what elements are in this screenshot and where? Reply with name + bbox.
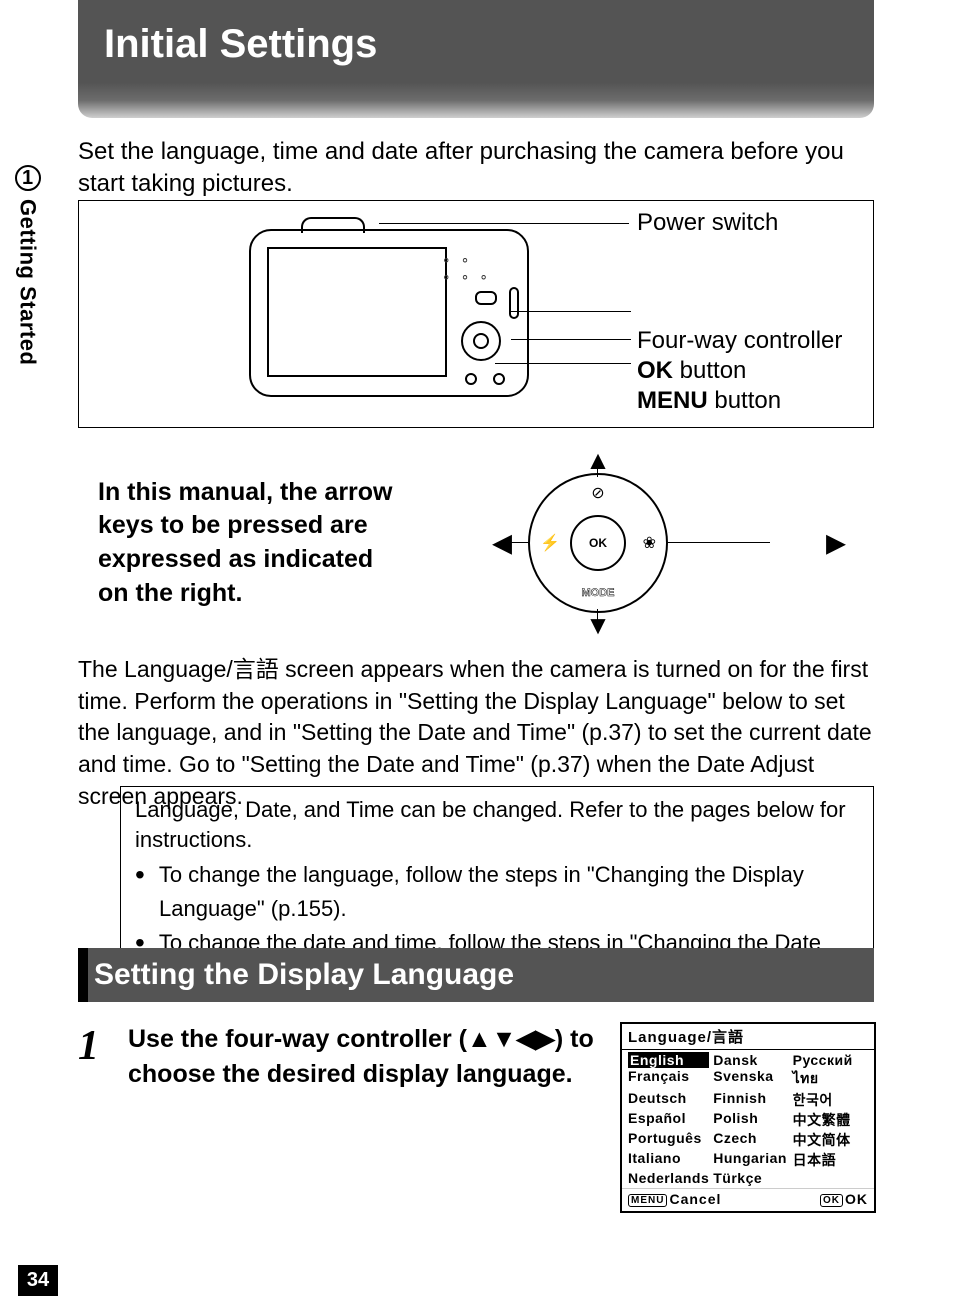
- language-option: Hungarian: [713, 1150, 788, 1170]
- callout-power-switch: Power switch: [637, 209, 778, 237]
- step-block: 1 Use the four-way controller (▲▼◀▶) to …: [78, 1022, 598, 1092]
- mode-label-icon: MODE: [582, 587, 615, 599]
- language-option: [793, 1170, 868, 1186]
- controller-pad-icon: ⊘ ⚡ ❀ OK MODE ▲ ▼ ◀ ▶: [528, 473, 668, 613]
- chapter-number-badge: 1: [15, 165, 41, 191]
- arrow-key-text: In this manual, the arrow keys to be pre…: [78, 476, 398, 611]
- callout-menu-button: MENU button: [637, 387, 781, 415]
- side-section-label: Getting Started: [15, 199, 41, 365]
- camera-outline-icon: ∘ ∘∘ ∘ ∘: [249, 229, 529, 397]
- language-option: Dansk: [713, 1052, 788, 1068]
- language-option: Deutsch: [628, 1090, 709, 1110]
- page-number: 34: [18, 1265, 58, 1296]
- callout-ok-button: OK button: [637, 357, 746, 385]
- language-option: Français: [628, 1068, 709, 1090]
- intro-paragraph: Set the language, time and date after pu…: [78, 136, 874, 201]
- page-header: Initial Settings: [78, 0, 874, 118]
- triangle-left-icon: ◀: [492, 528, 512, 559]
- language-option: 日本語: [793, 1150, 868, 1170]
- language-option: Español: [628, 1110, 709, 1130]
- arrow-key-explainer: In this manual, the arrow keys to be pre…: [78, 446, 874, 640]
- triangle-right-icon: ▶: [826, 528, 846, 559]
- side-tab: 1 Getting Started: [0, 165, 55, 365]
- language-option: 中文简体: [793, 1130, 868, 1150]
- language-option: Polish: [713, 1110, 788, 1130]
- language-screen-mockup: Language/言語 EnglishDansk Русский FrançaisS…: [620, 1022, 876, 1213]
- language-option: Русский: [793, 1052, 868, 1068]
- note-item: To change the language, follow the steps…: [135, 856, 859, 923]
- ok-center-icon: OK: [570, 515, 626, 571]
- section-heading: Setting the Display Language: [78, 948, 874, 1002]
- language-option: 中文繁體: [793, 1110, 868, 1130]
- language-option: ไทย: [793, 1068, 868, 1090]
- language-option: Italiano: [628, 1150, 709, 1170]
- camera-diagram-box: ∘ ∘∘ ∘ ∘ Power switch Four-way controlle…: [78, 200, 874, 428]
- step-text: Use the four-way controller (▲▼◀▶) to ch…: [128, 1022, 598, 1092]
- language-option: Nederlands: [628, 1170, 709, 1186]
- language-option: English: [628, 1052, 709, 1068]
- callout-four-way: Four-way controller: [637, 327, 842, 355]
- language-option: 한국어: [793, 1090, 868, 1110]
- language-screen-title: Language/言語: [622, 1024, 874, 1050]
- page-title: Initial Settings: [104, 22, 848, 67]
- triangle-up-icon: ▲: [585, 445, 611, 476]
- lang-foot-ok: OKOK: [820, 1191, 868, 1207]
- language-option: Czech: [713, 1130, 788, 1150]
- language-option: Türkçe: [713, 1170, 788, 1186]
- triangle-down-icon: ▼: [585, 610, 611, 641]
- note-lead: Language, Date, and Time can be changed.…: [135, 795, 859, 854]
- language-option: Svenska: [713, 1068, 788, 1090]
- language-option: Finnish: [713, 1090, 788, 1110]
- language-option: Português: [628, 1130, 709, 1150]
- step-number: 1: [78, 1022, 124, 1070]
- lang-foot-cancel: MENUCancel: [628, 1191, 721, 1207]
